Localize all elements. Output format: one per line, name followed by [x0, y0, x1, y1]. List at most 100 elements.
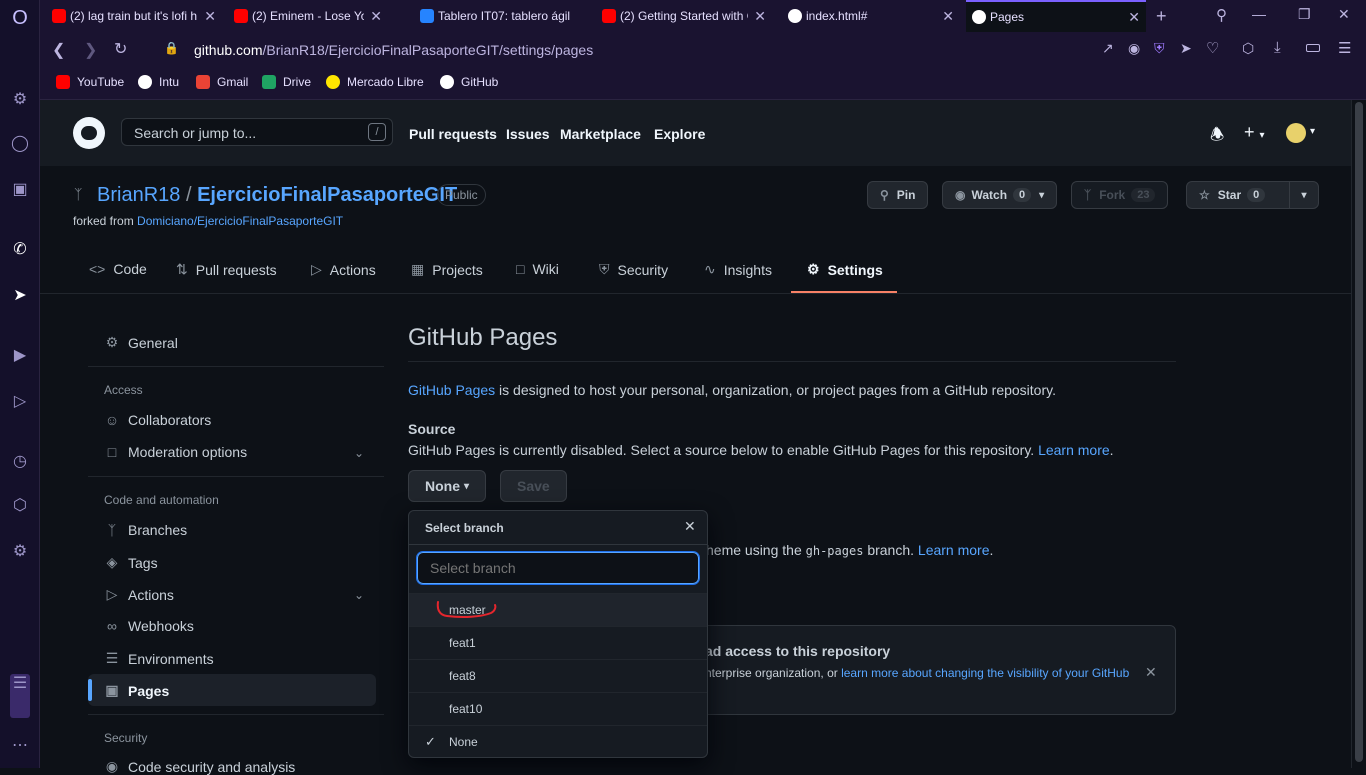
search-input[interactable]: Search or jump to... /	[121, 118, 393, 146]
tab-pull-requests[interactable]: ⇅ Pull requests	[176, 261, 277, 278]
history-icon[interactable]: ◷	[10, 452, 30, 472]
settings-nav-tags[interactable]: ◈ Tags	[104, 554, 158, 571]
chevron-down-icon[interactable]: ⌄	[354, 446, 364, 460]
opera-logo-icon[interactable]: O	[10, 8, 30, 28]
close-icon[interactable]: ✕	[204, 8, 216, 25]
window-close-icon[interactable]: ✕	[1338, 6, 1350, 23]
sidebar-setup-icon[interactable]: ☰	[10, 674, 30, 718]
forked-from-link[interactable]: Domiciano/EjercicioFinalPasaporteGIT	[137, 214, 343, 228]
tab-security[interactable]: ⛨ Security	[599, 261, 668, 278]
tab-actions[interactable]: ▷ Actions	[311, 261, 376, 278]
tab-code[interactable]: <> Code	[89, 261, 147, 277]
browser-tab[interactable]: Tablero IT07: tablero ágil	[414, 0, 590, 32]
settings-nav-webhooks[interactable]: ∞ Webhooks	[104, 618, 194, 634]
branch-item-feat8[interactable]: feat8	[409, 659, 707, 692]
bell-icon[interactable]: 🕭	[1210, 124, 1224, 151]
pin-button[interactable]: ⚲ Pin	[867, 181, 929, 209]
twitch-icon[interactable]: ▣	[10, 180, 30, 200]
settings-nav-branches[interactable]: ᛉ Branches	[104, 522, 187, 538]
visibility-learn-more-link[interactable]: learn more about changing the visibility…	[841, 666, 1129, 680]
star-button[interactable]: ☆ Star 0	[1186, 181, 1290, 209]
avatar[interactable]	[1286, 123, 1306, 143]
github-pages-link[interactable]: GitHub Pages	[408, 382, 495, 398]
send-icon[interactable]: ▷	[10, 392, 30, 412]
settings-nav-pages[interactable]: ▣ Pages	[104, 682, 169, 699]
restore-icon[interactable]: ❐	[1298, 6, 1311, 23]
repo-owner-link[interactable]: BrianR18	[97, 184, 180, 206]
bookmark-youtube[interactable]: YouTube	[56, 75, 124, 89]
nav-marketplace[interactable]: Marketplace	[560, 126, 641, 142]
send-icon[interactable]: ➤	[1180, 40, 1192, 57]
browser-tab[interactable]: (2) Eminem - Lose Yo ✕	[228, 0, 388, 32]
speed-dial-icon[interactable]: ◯	[10, 134, 30, 154]
whatsapp-icon[interactable]: ✆	[10, 240, 30, 260]
settings-nav-environments[interactable]: ☰ Environments	[104, 650, 214, 667]
bookmark-drive[interactable]: Drive	[262, 75, 311, 89]
tab-insights[interactable]: ∿ Insights	[704, 261, 772, 278]
source-branch-button[interactable]: None ▾	[408, 470, 487, 502]
nav-issues[interactable]: Issues	[506, 126, 550, 142]
forward-icon[interactable]: ❯	[84, 40, 97, 60]
back-icon[interactable]: ❮	[52, 40, 65, 60]
close-icon[interactable]: ✕	[370, 8, 382, 25]
reload-icon[interactable]: ↻	[114, 39, 127, 59]
bookmark-intu[interactable]: Intu	[138, 75, 179, 89]
learn-more-link[interactable]: Learn more	[1038, 442, 1110, 458]
close-icon[interactable]: ✕	[1145, 664, 1157, 681]
player-icon[interactable]: ▶	[10, 346, 30, 366]
cube-icon[interactable]: ⬡	[1242, 40, 1254, 57]
branch-item-feat1[interactable]: feat1	[409, 626, 707, 659]
browser-tab[interactable]: (2) Getting Started with G ✕	[596, 0, 772, 32]
page-scrollbar[interactable]	[1351, 100, 1366, 768]
tab-projects[interactable]: ▦ Projects	[411, 261, 483, 278]
chevron-down-icon[interactable]: ▾	[1310, 126, 1315, 137]
github-logo-icon[interactable]	[73, 117, 105, 149]
minimize-icon[interactable]: —	[1252, 6, 1266, 22]
tab-wiki[interactable]: □ Wiki	[516, 261, 559, 277]
watch-button[interactable]: ◉ Watch 0 ▾	[942, 181, 1058, 209]
new-tab-icon[interactable]: +	[1156, 6, 1167, 27]
more-icon[interactable]: ⋯	[10, 736, 30, 756]
settings-nav-moderation[interactable]: □ Moderation options	[104, 444, 247, 460]
repo-name-link[interactable]: EjercicioFinalPasaporteGIT	[197, 184, 457, 206]
shield-icon[interactable]: ⛨	[1154, 40, 1165, 57]
bookmark-mercado-libre[interactable]: Mercado Libre	[326, 75, 424, 89]
nav-explore[interactable]: Explore	[654, 126, 705, 142]
telegram-icon[interactable]: ➤	[10, 286, 30, 306]
branch-filter-input[interactable]	[416, 551, 700, 585]
battery-icon[interactable]	[1306, 44, 1320, 52]
menu-icon[interactable]: ☰	[1338, 39, 1351, 57]
close-icon[interactable]: ✕	[1128, 9, 1140, 26]
close-icon[interactable]: ✕	[754, 8, 766, 25]
settings-nav-collaborators[interactable]: ☺ Collaborators	[104, 412, 211, 428]
branch-item-feat10[interactable]: feat10	[409, 692, 707, 725]
heart-icon[interactable]: ♡	[1206, 39, 1219, 57]
browser-tab[interactable]: index.html# ✕	[782, 0, 960, 32]
download-icon[interactable]: ⤓	[1274, 39, 1281, 56]
settings-icon[interactable]: ⚙	[10, 542, 30, 562]
settings-nav-actions[interactable]: ▷ Actions	[104, 586, 174, 603]
bookmark-gmail[interactable]: Gmail	[196, 75, 248, 89]
browser-tab[interactable]: (2) lag train but it's lofi h ✕	[46, 0, 222, 32]
fork-button[interactable]: ᛉ Fork 23	[1071, 181, 1169, 209]
search-tabs-icon[interactable]: ⚲	[1216, 6, 1227, 24]
settings-nav-general[interactable]: ⚙ General	[104, 334, 178, 351]
scrollbar-thumb[interactable]	[1355, 102, 1363, 762]
star-list-dropdown[interactable]: ▾	[1289, 181, 1319, 209]
branch-item-none[interactable]: ✓ None	[409, 725, 707, 757]
share-icon[interactable]: ↗	[1102, 40, 1114, 57]
theme-learn-more-link[interactable]: Learn more	[918, 542, 990, 558]
nav-pull-requests[interactable]: Pull requests	[409, 126, 497, 142]
gamepad-icon[interactable]: ⚙	[10, 90, 30, 110]
browser-tab-active[interactable]: Pages ✕	[966, 0, 1146, 32]
chevron-down-icon[interactable]: ⌄	[354, 588, 364, 602]
url-field[interactable]: github.com/BrianR18/EjercicioFinalPasapo…	[194, 42, 593, 58]
create-new-icon[interactable]: + ▾	[1244, 122, 1265, 143]
save-button[interactable]: Save	[500, 470, 567, 502]
lock-icon[interactable]: 🔒	[164, 41, 179, 55]
close-icon[interactable]: ✕	[942, 8, 954, 25]
bookmark-github[interactable]: GitHub	[440, 75, 498, 89]
settings-nav-code-security[interactable]: ◉ Code security and analysis	[104, 758, 295, 775]
tab-settings[interactable]: ⚙ Settings	[807, 261, 883, 278]
extensions-icon[interactable]: ⬡	[10, 496, 30, 516]
